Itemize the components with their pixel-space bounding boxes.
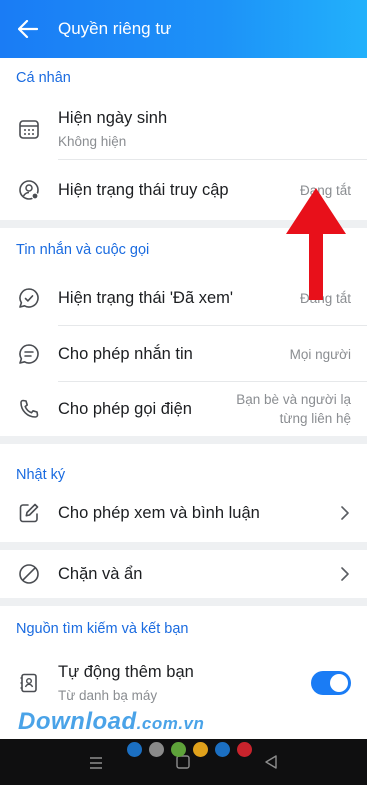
back-triangle-icon[interactable] xyxy=(264,755,278,769)
block-icon xyxy=(0,563,58,585)
row-allow-message-value: Mọi người xyxy=(289,346,351,362)
row-seen-status-label: Hiện trạng thái 'Đã xem' xyxy=(58,288,234,307)
chevron-right-icon xyxy=(341,506,349,520)
row-auto-add-friend[interactable]: Tự động thêm bạn Từ danh bạ máy xyxy=(0,652,367,714)
row-view-comment-label: Cho phép xem và bình luận xyxy=(58,503,260,522)
row-allow-call-value: Bạn bè và người lạ từng liên hệ xyxy=(236,390,351,428)
row-auto-add-friend-label: Tự động thêm bạn xyxy=(58,663,194,681)
section-block: Chặn và ẩn xyxy=(0,550,367,598)
watermark-suffix: .com.vn xyxy=(136,714,205,733)
dot xyxy=(171,742,186,757)
section-title-personal: Cá nhân xyxy=(16,70,71,86)
chat-icon xyxy=(0,343,58,365)
row-auto-add-friend-sublabel: Từ danh bạ máy xyxy=(58,688,158,703)
row-allow-message[interactable]: Cho phép nhắn tin Mọi người xyxy=(0,326,367,382)
back-button[interactable] xyxy=(0,0,56,58)
row-birthday-sublabel: Không hiện xyxy=(58,134,127,149)
user-status-icon xyxy=(0,179,58,201)
auto-add-friend-toggle[interactable] xyxy=(311,671,351,695)
row-birthday-label: Hiện ngày sinh xyxy=(58,109,168,127)
dot xyxy=(193,742,208,757)
row-allow-call-value-line1: Bạn bè và người lạ xyxy=(236,392,351,407)
row-block-hide-label: Chặn và ẩn xyxy=(58,564,143,583)
chat-check-icon xyxy=(0,287,58,309)
dot xyxy=(149,742,164,757)
app-header: Quyền riêng tư xyxy=(0,0,367,58)
edit-icon xyxy=(0,502,58,524)
row-allow-call[interactable]: Cho phép gọi điện Bạn bè và người lạ từn… xyxy=(0,382,367,436)
chevron-right-icon xyxy=(341,567,349,581)
row-birthday[interactable]: Hiện ngày sinh Không hiện xyxy=(0,98,367,160)
phone-icon xyxy=(0,398,58,420)
watermark-logo: Download.com.vn xyxy=(18,708,204,736)
watermark-dots xyxy=(127,742,252,757)
dot xyxy=(127,742,142,757)
section-diary: Nhật ký Cho phép xem và bình luận xyxy=(0,444,367,542)
section-title-diary: Nhật ký xyxy=(16,467,66,483)
arrow-left-icon xyxy=(18,20,38,38)
dot xyxy=(237,742,252,757)
row-view-comment[interactable]: Cho phép xem và bình luận xyxy=(0,484,367,542)
dot xyxy=(215,742,230,757)
menu-icon[interactable] xyxy=(89,757,103,769)
annotation-arrow-icon xyxy=(286,188,346,300)
contacts-book-icon xyxy=(0,672,58,694)
section-title-search: Nguồn tìm kiếm và kết bạn xyxy=(16,621,189,637)
row-block-hide[interactable]: Chặn và ẩn xyxy=(0,550,367,598)
home-icon[interactable] xyxy=(176,755,190,769)
page-title: Quyền riêng tư xyxy=(58,19,172,38)
row-allow-message-label: Cho phép nhắn tin xyxy=(58,344,193,363)
toggle-knob xyxy=(330,674,348,692)
row-allow-call-label: Cho phép gọi điện xyxy=(58,399,192,418)
calendar-icon xyxy=(0,118,58,140)
row-access-status-label: Hiện trạng thái truy cập xyxy=(58,180,229,199)
row-allow-call-value-line2: từng liên hệ xyxy=(279,411,351,426)
watermark-main: Download xyxy=(18,708,137,735)
